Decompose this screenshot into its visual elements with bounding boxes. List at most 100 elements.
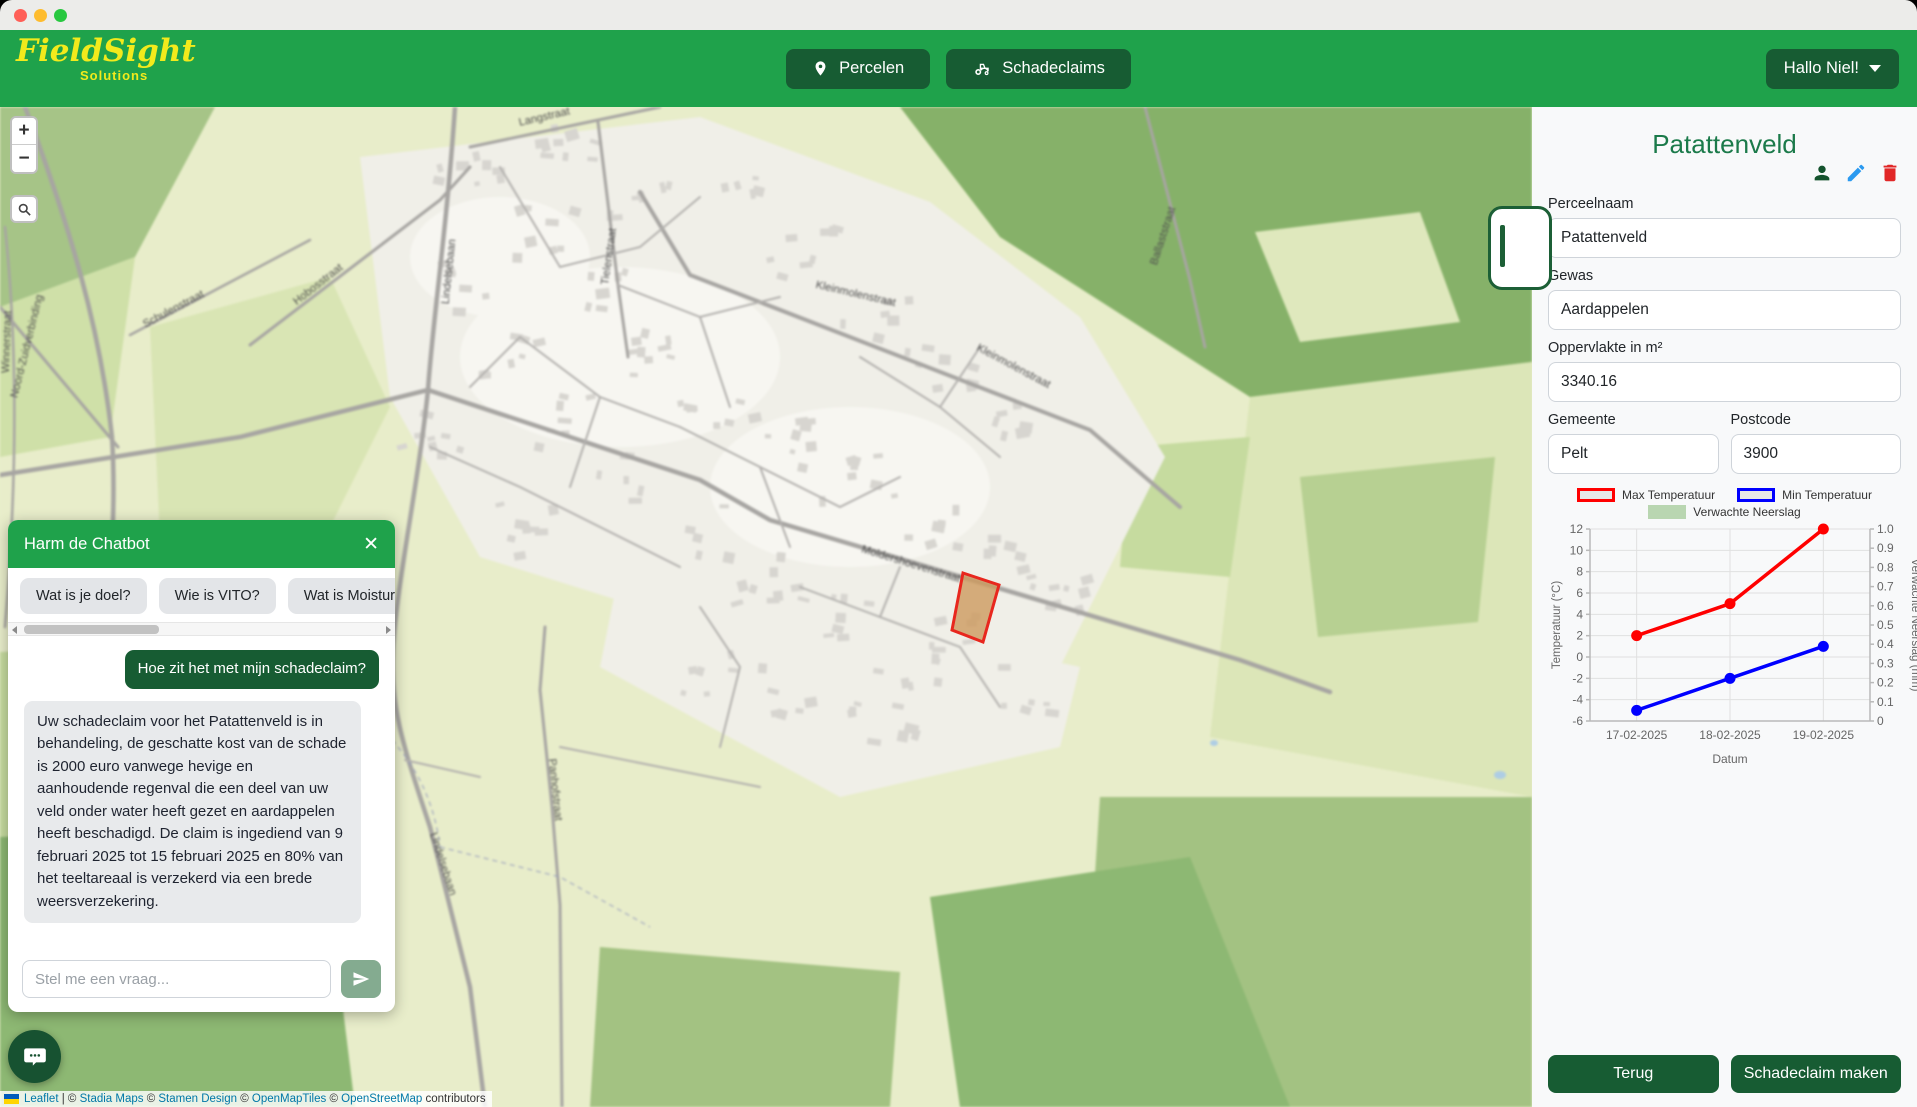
postcode-input[interactable] xyxy=(1731,434,1902,474)
svg-text:12: 12 xyxy=(1570,522,1584,536)
scrollbar-thumb[interactable] xyxy=(24,625,159,634)
legend-item: Min Temperatuur xyxy=(1737,488,1872,502)
attribution-plain: © xyxy=(237,1093,252,1105)
back-button[interactable]: Terug xyxy=(1548,1055,1719,1093)
oppervlakte-input[interactable] xyxy=(1548,362,1901,402)
app-window: FieldSight Solutions Percelen Schadeclai… xyxy=(0,0,1917,1107)
svg-text:Datum: Datum xyxy=(1712,752,1747,766)
main-nav: Percelen Schadeclaims xyxy=(786,49,1131,89)
svg-text:0.5: 0.5 xyxy=(1877,618,1894,632)
attribution-link[interactable]: OpenStreetMap xyxy=(341,1093,422,1105)
svg-text:2: 2 xyxy=(1576,629,1583,643)
legend-swatch-icon xyxy=(1577,488,1615,502)
chevron-down-icon xyxy=(1869,65,1881,72)
chart-legend: Max Temperatuur Min Temperatuur Verwachte … xyxy=(1548,488,1901,519)
attribution-text: Leaflet | © Stadia Maps © Stamen Design … xyxy=(24,1093,486,1105)
chat-input[interactable] xyxy=(22,960,331,998)
window-titlebar xyxy=(0,0,1917,30)
svg-text:6: 6 xyxy=(1576,586,1583,600)
legend-item: Max Temperatuur xyxy=(1577,488,1715,502)
attribution-link[interactable]: Stamen Design xyxy=(158,1093,237,1105)
quick-question-button[interactable]: Wie is VITO? xyxy=(159,578,276,614)
svg-text:10: 10 xyxy=(1570,543,1584,557)
svg-text:0.6: 0.6 xyxy=(1877,599,1894,613)
svg-text:17-02-2025: 17-02-2025 xyxy=(1606,728,1668,742)
svg-text:0.7: 0.7 xyxy=(1877,580,1894,594)
attribution-link[interactable]: Stadia Maps xyxy=(80,1093,144,1105)
legend-label: Verwachte Neerslag xyxy=(1693,505,1800,519)
nav-percelen-button[interactable]: Percelen xyxy=(786,49,930,89)
svg-text:8: 8 xyxy=(1576,565,1583,579)
parcel-detail-panel: Patattenveld Perceelnaam Gewas Oppervlak… xyxy=(1532,107,1917,1107)
svg-text:0.2: 0.2 xyxy=(1877,676,1894,690)
send-button[interactable] xyxy=(341,960,381,998)
ukraine-flag-icon xyxy=(4,1094,19,1104)
scroll-left-icon[interactable] xyxy=(12,626,17,634)
svg-text:0: 0 xyxy=(1576,650,1583,664)
tractor-icon xyxy=(972,60,992,78)
window-minimize-button[interactable] xyxy=(34,9,47,22)
svg-text:-2: -2 xyxy=(1572,671,1583,685)
gewas-label: Gewas xyxy=(1548,268,1901,284)
scroll-right-icon[interactable] xyxy=(386,626,391,634)
gewas-input[interactable] xyxy=(1548,290,1901,330)
sidebar-footer-buttons: Terug Schadeclaim maken xyxy=(1548,1055,1901,1093)
svg-text:0.8: 0.8 xyxy=(1877,560,1894,574)
parcel-title: Patattenveld xyxy=(1548,129,1901,160)
nav-schadeclaims-label: Schadeclaims xyxy=(1002,59,1105,78)
perceelnaam-input[interactable] xyxy=(1548,218,1901,258)
map-pin-icon xyxy=(812,60,829,77)
svg-text:0.3: 0.3 xyxy=(1877,656,1894,670)
gemeente-input[interactable] xyxy=(1548,434,1719,474)
delete-parcel-button[interactable] xyxy=(1879,162,1901,184)
assign-user-button[interactable] xyxy=(1811,162,1833,184)
user-menu-label: Hallo Niel! xyxy=(1784,59,1859,78)
attribution-link[interactable]: Leaflet xyxy=(24,1093,59,1105)
quick-question-button[interactable]: Wat is Moisture Stress? xyxy=(288,578,395,614)
chatbot-header: Harm de Chatbot ✕ xyxy=(8,520,395,568)
window-close-button[interactable] xyxy=(14,9,27,22)
edit-parcel-button[interactable] xyxy=(1845,162,1867,184)
legend-label: Min Temperatuur xyxy=(1782,488,1872,502)
legend-item: Verwachte Neerslag xyxy=(1648,505,1800,519)
legend-label: Max Temperatuur xyxy=(1622,488,1715,502)
user-menu-button[interactable]: Hallo Niel! xyxy=(1766,49,1899,89)
attribution-link[interactable]: OpenMapTiles xyxy=(252,1093,326,1105)
oppervlakte-label: Oppervlakte in m² xyxy=(1548,340,1901,356)
pencil-icon xyxy=(1845,162,1867,184)
street-label: Winnerstraat xyxy=(0,311,14,374)
chat-message-user: Hoe zit het met mijn schadeclaim? xyxy=(125,650,379,689)
chatbot-close-button[interactable]: ✕ xyxy=(363,535,379,554)
svg-text:1.0: 1.0 xyxy=(1877,522,1894,536)
map-attribution: Leaflet | © Stadia Maps © Stamen Design … xyxy=(0,1091,492,1107)
svg-text:Verwachte Neerslag (mm): Verwachte Neerslag (mm) xyxy=(1909,559,1917,692)
parcel-actions xyxy=(1548,162,1901,186)
map-zoom-control: + − xyxy=(10,116,38,174)
svg-text:19-02-2025: 19-02-2025 xyxy=(1793,728,1855,742)
attribution-plain: © xyxy=(144,1093,159,1105)
user-icon xyxy=(1811,162,1833,184)
svg-text:-6: -6 xyxy=(1572,714,1583,728)
chatbot-fab[interactable] xyxy=(8,1030,61,1083)
zoom-in-button[interactable]: + xyxy=(12,118,36,145)
quick-questions-scrollbar[interactable] xyxy=(8,622,395,636)
weather-chart: 121086420-2-4-61.00.90.80.70.60.50.40.30… xyxy=(1548,519,1917,771)
svg-text:0.1: 0.1 xyxy=(1877,695,1894,709)
zoom-out-button[interactable]: − xyxy=(12,145,36,172)
legend-swatch-icon xyxy=(1648,505,1686,519)
nav-schadeclaims-button[interactable]: Schadeclaims xyxy=(946,49,1131,89)
svg-text:0.4: 0.4 xyxy=(1877,637,1894,651)
chatbot-panel: Harm de Chatbot ✕ Wat is je doel? Wie is… xyxy=(8,520,395,1012)
svg-text:0.9: 0.9 xyxy=(1877,541,1894,555)
app-logo: FieldSight Solutions xyxy=(16,36,196,82)
window-maximize-button[interactable] xyxy=(54,9,67,22)
quick-question-button[interactable]: Wat is je doel? xyxy=(20,578,147,614)
map-search-button[interactable] xyxy=(10,195,38,223)
legend-swatch-icon xyxy=(1737,488,1775,502)
search-icon xyxy=(17,202,32,217)
logo-subtext: Solutions xyxy=(16,69,196,82)
logo-text: FieldSight xyxy=(16,36,196,67)
create-claim-button[interactable]: Schadeclaim maken xyxy=(1731,1055,1902,1093)
svg-text:0: 0 xyxy=(1877,714,1884,728)
sidebar-collapse-handle[interactable] xyxy=(1488,206,1552,290)
